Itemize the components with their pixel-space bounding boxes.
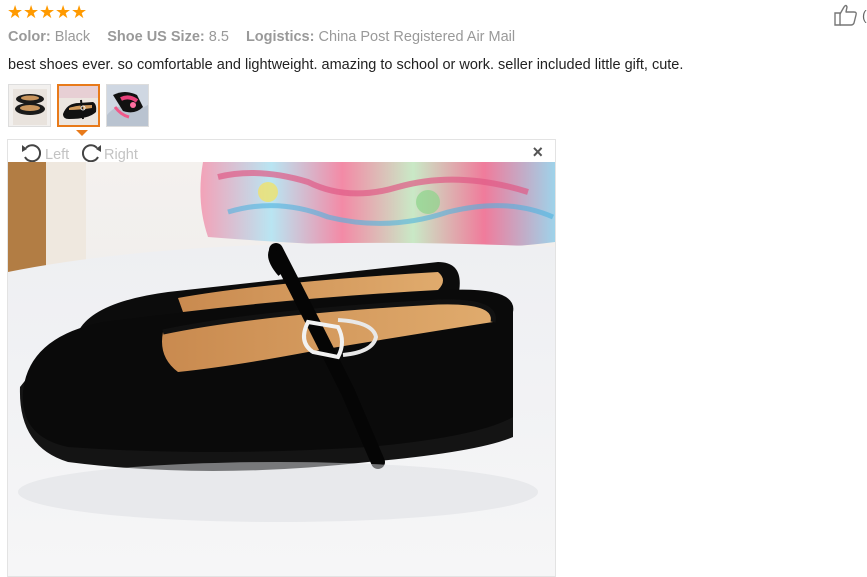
thumbnail-2[interactable] <box>57 84 100 127</box>
attribute-color: Color: Black <box>8 29 94 45</box>
attribute-key: Color: <box>8 29 51 45</box>
attribute-value: 8.5 <box>208 29 229 45</box>
thumbs-up-icon[interactable] <box>833 4 859 26</box>
thumbnail-1[interactable] <box>8 84 51 127</box>
attribute-key: Shoe US Size: <box>107 29 205 45</box>
helpful-button[interactable]: ( <box>833 4 867 26</box>
attribute-logistics: Logistics: China Post Registered Air Mai… <box>246 29 515 45</box>
star-icon: ★ <box>71 2 88 23</box>
thumbnail-3[interactable] <box>106 84 149 127</box>
review-photo <box>8 162 555 576</box>
helpful-count: ( <box>862 7 867 23</box>
attribute-key: Logistics: <box>245 29 315 45</box>
close-icon[interactable]: × <box>532 143 543 161</box>
rating-stars: ★ ★ ★ ★ ★ <box>7 4 87 22</box>
star-icon: ★ <box>39 2 56 23</box>
attribute-value: Black <box>54 29 91 45</box>
image-viewer: Left Right × <box>7 139 556 577</box>
review-attributes: Color: Black Shoe US Size: 8.5 Logistics… <box>8 28 528 46</box>
review-thumbnails <box>8 84 149 127</box>
star-icon: ★ <box>7 2 24 23</box>
rotate-right-label[interactable]: Right <box>104 147 138 163</box>
star-icon: ★ <box>23 2 40 23</box>
attribute-value: China Post Registered Air Mail <box>318 29 516 45</box>
review-text: best shoes ever. so comfortable and ligh… <box>8 57 684 73</box>
attribute-size: Shoe US Size: 8.5 <box>107 29 233 45</box>
rotate-left-label[interactable]: Left <box>45 147 69 163</box>
star-icon: ★ <box>55 2 72 23</box>
selected-thumbnail-pointer <box>76 130 88 136</box>
